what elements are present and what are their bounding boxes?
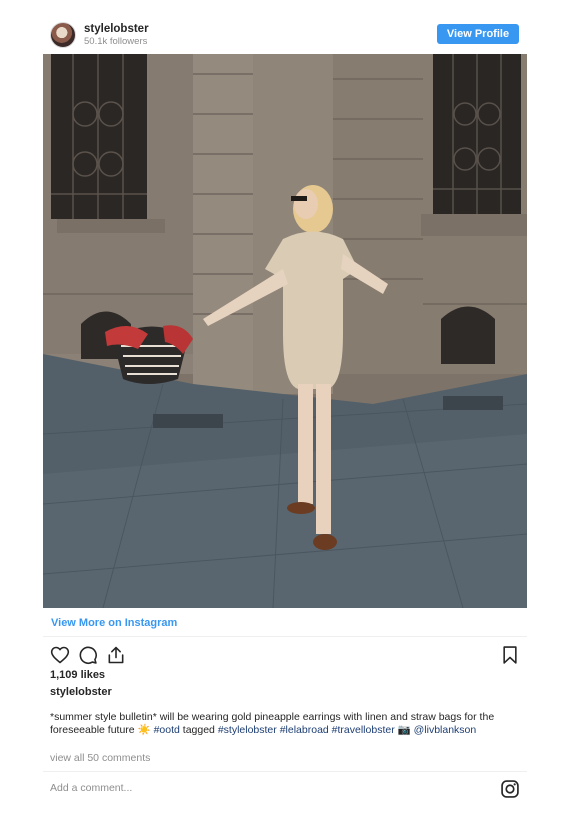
comment-icon[interactable] [78, 645, 98, 665]
like-count[interactable]: 1,109 likes [50, 669, 105, 681]
view-profile-button[interactable]: View Profile [437, 24, 519, 44]
sun-emoji: ☀️ [137, 724, 151, 736]
divider [43, 636, 527, 637]
instagram-icon[interactable] [500, 779, 520, 799]
action-bar [50, 645, 520, 665]
post-image[interactable] [43, 54, 527, 608]
camera-emoji: 📷 [397, 724, 411, 736]
hashtag-stylelobster[interactable]: #stylelobster [218, 724, 277, 736]
divider [43, 771, 527, 772]
bookmark-icon[interactable] [500, 645, 520, 665]
add-comment-input[interactable]: Add a comment... [50, 782, 132, 794]
heart-icon[interactable] [50, 645, 70, 665]
caption: *summer style bulletin* will be wearing … [50, 711, 525, 737]
username[interactable]: stylelobster [84, 23, 149, 35]
avatar[interactable] [50, 22, 76, 48]
follower-count: 50.1k followers [84, 36, 148, 47]
hashtag-ootd[interactable]: #ootd [154, 724, 180, 736]
caption-username[interactable]: stylelobster [50, 686, 112, 698]
hashtag-travellobster[interactable]: #travellobster [332, 724, 395, 736]
hashtag-lelabroad[interactable]: #lelabroad [280, 724, 329, 736]
post-header: stylelobster 50.1k followers View Profil… [50, 22, 520, 48]
caption-tagged: tagged [182, 724, 215, 736]
mention-link[interactable]: @livblankson [414, 724, 477, 736]
view-all-comments-link[interactable]: view all 50 comments [50, 752, 150, 764]
view-more-on-instagram-link[interactable]: View More on Instagram [51, 617, 177, 629]
post-photo-illustration [43, 54, 527, 608]
share-icon[interactable] [106, 645, 126, 665]
